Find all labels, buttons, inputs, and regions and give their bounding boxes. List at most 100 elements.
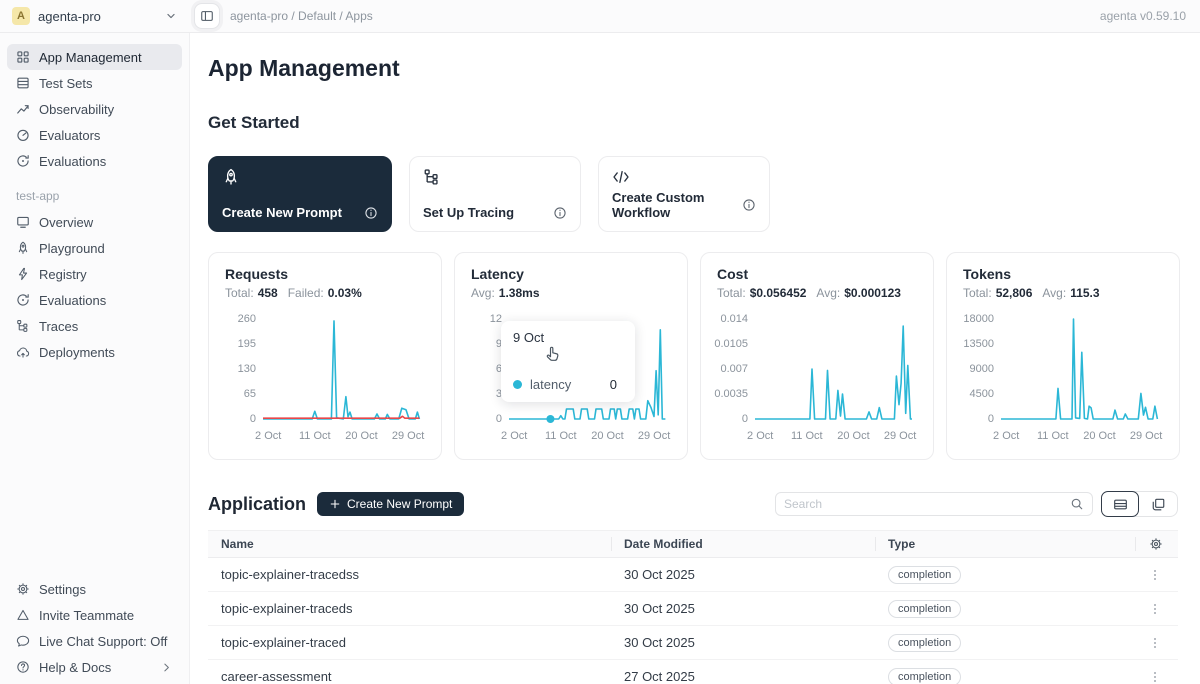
- sidebar-item-help-docs[interactable]: Help & Docs: [7, 654, 182, 680]
- chart-stats: Total:458 Failed:0.03%: [225, 286, 425, 300]
- column-header-date-modified[interactable]: Date Modified: [611, 531, 875, 557]
- app-name: topic-explainer-tracedss: [208, 567, 611, 582]
- help-icon: [16, 660, 30, 674]
- info-icon[interactable]: [742, 198, 756, 212]
- chart-tooltip: 9 Oct latency 0: [501, 321, 635, 402]
- sidebar-item-label: Playground: [39, 241, 105, 256]
- sidebar-app-group: Overview Playground Registry Evaluations…: [7, 209, 182, 365]
- create-new-prompt-button[interactable]: Create New Prompt: [317, 492, 464, 516]
- app-name: career-assessment: [208, 669, 611, 684]
- monitor-icon: [16, 215, 30, 229]
- sidebar-item-label: Overview: [39, 215, 93, 230]
- set-up-tracing-card[interactable]: Set Up Tracing: [409, 156, 581, 232]
- tooltip-date: 9 Oct: [513, 330, 623, 345]
- cloud-icon: [16, 345, 30, 359]
- sidebar-item-label: App Management: [39, 50, 142, 65]
- card-label: Create Custom Workflow: [612, 190, 742, 220]
- requests-chart-plot[interactable]: 260195130650: [225, 313, 425, 425]
- row-menu-button[interactable]: [1148, 568, 1178, 582]
- workspace-selector[interactable]: A agenta-pro: [0, 7, 190, 25]
- workspace-name: agenta-pro: [38, 9, 156, 24]
- x-axis-labels: 2 Oct11 Oct20 Oct29 Oct: [755, 430, 913, 444]
- mouse-cursor-icon: [543, 345, 563, 365]
- sidebar-item-observability[interactable]: Observability: [7, 96, 182, 122]
- sidebar-item-label: Invite Teammate: [39, 608, 134, 623]
- info-icon[interactable]: [364, 206, 378, 220]
- app-root: A agenta-pro agenta-pro / Default / Apps…: [0, 0, 1200, 684]
- app-name: topic-explainer-traceds: [208, 601, 611, 616]
- table-row[interactable]: topic-explainer-tracedss 30 Oct 2025 com…: [208, 558, 1178, 592]
- sidebar-item-live-chat[interactable]: Live Chat Support: Off: [7, 628, 182, 654]
- table-row[interactable]: career-assessment 27 Oct 2025 completion: [208, 660, 1178, 684]
- column-header-name[interactable]: Name: [208, 531, 611, 557]
- create-new-prompt-card[interactable]: Create New Prompt: [208, 156, 392, 232]
- sidebar-item-deployments[interactable]: Deployments: [7, 339, 182, 365]
- row-menu-button[interactable]: [1148, 670, 1178, 684]
- sidebar-item-playground[interactable]: Playground: [7, 235, 182, 261]
- main-content: App Management Get Started Create New Pr…: [190, 33, 1200, 684]
- chart-stats: Total:52,806 Avg:115.3: [963, 286, 1163, 300]
- column-header-type[interactable]: Type: [875, 531, 1135, 557]
- card-view-button[interactable]: [1139, 491, 1177, 517]
- gear-icon: [1149, 537, 1163, 551]
- sidebar-item-evaluators[interactable]: Evaluators: [7, 122, 182, 148]
- sidebar-item-label: Observability: [39, 102, 114, 117]
- latency-chart-card: Latency Avg:1.38ms 129630 2 Oct11 Oct20 …: [454, 252, 688, 460]
- sidebar-item-invite-teammate[interactable]: Invite Teammate: [7, 602, 182, 628]
- sidebar-item-label: Evaluations: [39, 154, 106, 169]
- table-row[interactable]: topic-explainer-traceds 30 Oct 2025 comp…: [208, 592, 1178, 626]
- breadcrumb[interactable]: agenta-pro / Default / Apps: [230, 9, 373, 23]
- bolt-icon: [16, 267, 30, 281]
- sidebar-item-registry[interactable]: Registry: [7, 261, 182, 287]
- cost-chart-card: Cost Total:$0.056452 Avg:$0.000123 0.014…: [700, 252, 934, 460]
- type-badge: completion: [888, 600, 961, 618]
- sidebar-collapse-button[interactable]: [194, 3, 220, 29]
- sidebar-item-app-management[interactable]: App Management: [7, 44, 182, 70]
- chart-stats: Total:$0.056452 Avg:$0.000123: [717, 286, 917, 300]
- sidebar-item-traces[interactable]: Traces: [7, 313, 182, 339]
- cost-chart-plot[interactable]: 0.0140.01050.0070.00350: [717, 313, 917, 425]
- sidebar-item-label: Test Sets: [39, 76, 92, 91]
- app-name: topic-explainer-traced: [208, 635, 611, 650]
- workspace-avatar: A: [12, 7, 30, 25]
- sidebar-main-group: App Management Test Sets Observability E…: [7, 44, 182, 174]
- chart-title: Latency: [471, 266, 671, 282]
- page-title: App Management: [208, 55, 1200, 82]
- card-label: Create New Prompt: [222, 205, 342, 220]
- sidebar-item-label: Evaluators: [39, 128, 100, 143]
- requests-chart-card: Requests Total:458 Failed:0.03% 26019513…: [208, 252, 442, 460]
- sidebar-item-test-sets[interactable]: Test Sets: [7, 70, 182, 96]
- sidebar-item-overview[interactable]: Overview: [7, 209, 182, 235]
- dots-menu-icon: [1148, 670, 1162, 684]
- gear-icon: [16, 582, 30, 596]
- tokens-chart-plot[interactable]: 1800013500900045000: [963, 313, 1163, 425]
- series-dot: [513, 380, 522, 389]
- x-axis-labels: 2 Oct11 Oct20 Oct29 Oct: [263, 430, 421, 444]
- row-menu-button[interactable]: [1148, 636, 1178, 650]
- row-menu-button[interactable]: [1148, 602, 1178, 616]
- sidebar-footer: Settings Invite Teammate Live Chat Suppo…: [7, 576, 182, 680]
- search-icon[interactable]: [1070, 497, 1084, 511]
- create-custom-workflow-card[interactable]: Create Custom Workflow: [598, 156, 770, 232]
- table-row[interactable]: topic-explainer-traced 30 Oct 2025 compl…: [208, 626, 1178, 660]
- get-started-heading: Get Started: [208, 113, 1200, 133]
- type-badge: completion: [888, 566, 961, 584]
- sidebar-item-label: Help & Docs: [39, 660, 111, 675]
- dots-menu-icon: [1148, 568, 1162, 582]
- card-label: Set Up Tracing: [423, 205, 514, 220]
- column-settings[interactable]: [1135, 531, 1178, 557]
- tree-icon: [16, 319, 30, 333]
- sidebar-item-evaluations[interactable]: Evaluations: [7, 148, 182, 174]
- sidebar-item-label: Evaluations: [39, 293, 106, 308]
- search-input[interactable]: [784, 497, 1070, 511]
- sidebar-item-settings[interactable]: Settings: [7, 576, 182, 602]
- app-date: 27 Oct 2025: [611, 669, 875, 684]
- sidebar-item-evaluations-app[interactable]: Evaluations: [7, 287, 182, 313]
- table-view-button[interactable]: [1101, 491, 1139, 517]
- info-icon[interactable]: [553, 206, 567, 220]
- tooltip-series-label: latency: [530, 377, 571, 392]
- type-badge: completion: [888, 668, 961, 684]
- grid-icon: [16, 50, 30, 64]
- y-axis-labels: 1800013500900045000: [963, 313, 1001, 425]
- table-header: Name Date Modified Type: [208, 530, 1178, 558]
